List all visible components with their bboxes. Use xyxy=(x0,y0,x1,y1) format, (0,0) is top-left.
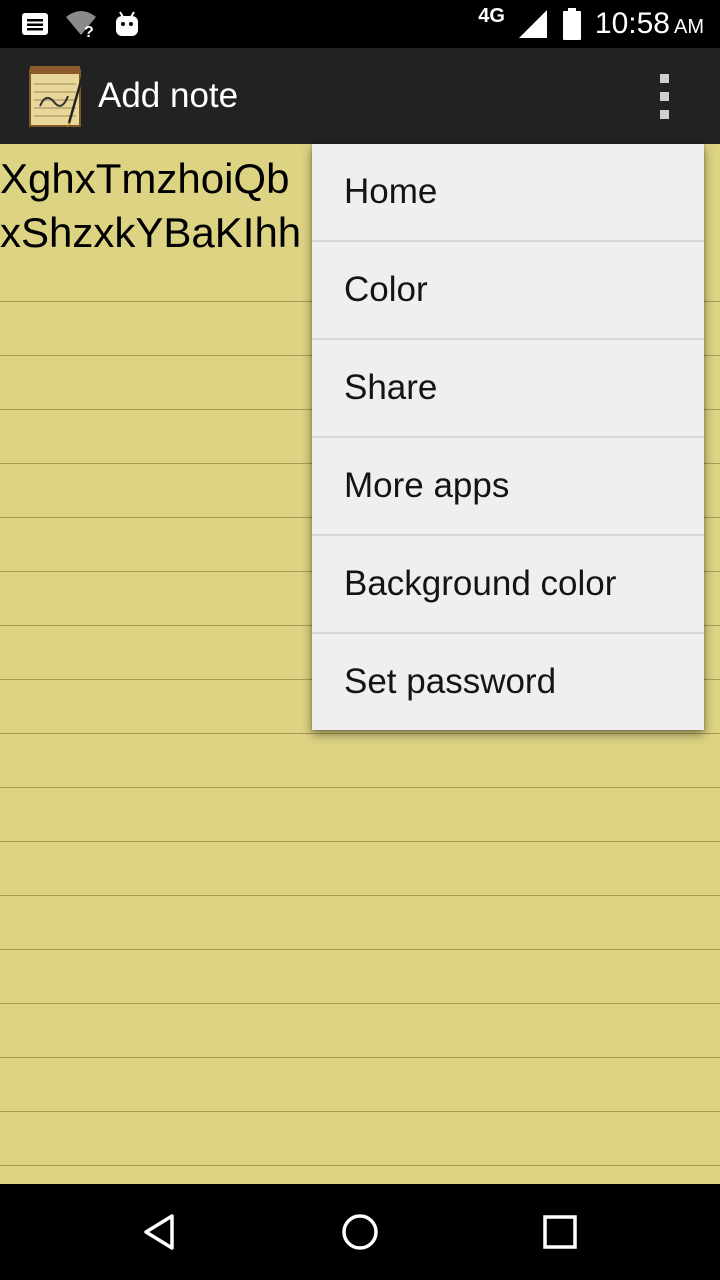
page-title: Add note xyxy=(98,76,239,115)
battery-icon xyxy=(562,8,581,40)
android-debug-icon xyxy=(116,11,138,36)
status-bar-right: 4G 10:58 AM xyxy=(478,4,704,44)
status-bar-left: ? xyxy=(20,8,140,40)
menu-item-share[interactable]: Share xyxy=(312,340,704,438)
home-icon[interactable] xyxy=(336,1208,384,1256)
signal-icon xyxy=(518,10,547,38)
menu-item-more-apps[interactable]: More apps xyxy=(312,438,704,536)
notepad-icon[interactable] xyxy=(28,62,86,128)
svg-text:?: ? xyxy=(84,24,94,39)
recents-icon[interactable] xyxy=(536,1208,584,1256)
clock: 10:58 AM xyxy=(594,7,704,40)
status-bar: ? 4G 10:58 AM xyxy=(0,0,720,48)
menu-item-set-password[interactable]: Set password xyxy=(312,634,704,730)
navigation-bar xyxy=(0,1184,720,1280)
network-type: 4G xyxy=(478,4,505,27)
wifi-unknown-icon: ? xyxy=(66,11,96,39)
more-vertical-icon[interactable] xyxy=(646,72,682,120)
menu-item-background-color[interactable]: Background color xyxy=(312,536,704,634)
menu-item-color[interactable]: Color xyxy=(312,242,704,340)
note-text[interactable]: XghxTmzhoiQb xShzxkYBaKIhh xyxy=(0,152,301,260)
overflow-menu: Home Color Share More apps Background co… xyxy=(312,144,704,730)
notification-icon xyxy=(22,13,48,35)
action-bar: Add note xyxy=(0,48,720,144)
back-icon[interactable] xyxy=(136,1208,184,1256)
menu-item-home[interactable]: Home xyxy=(312,144,704,242)
